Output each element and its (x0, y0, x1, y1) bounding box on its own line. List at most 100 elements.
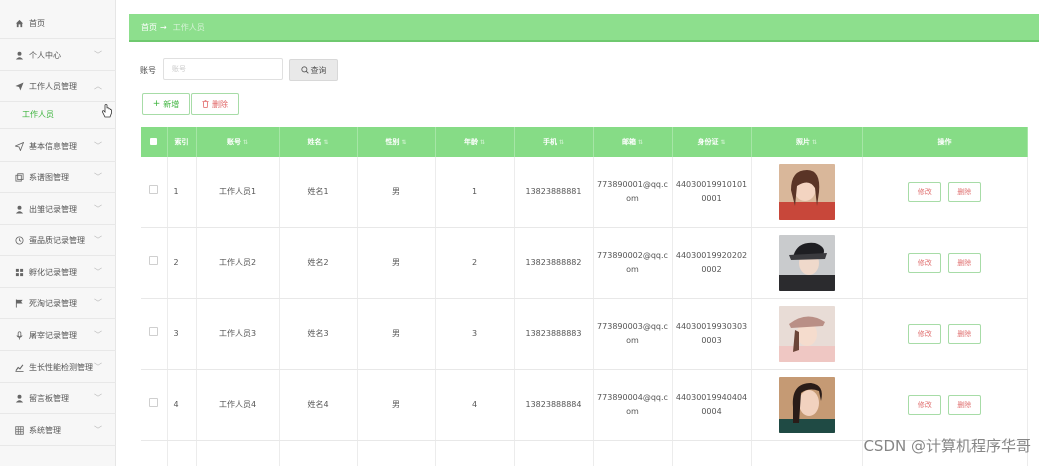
table-icon (14, 425, 24, 435)
cell-idcard (672, 440, 752, 466)
row-checkbox[interactable] (141, 440, 168, 466)
breadcrumb-home[interactable]: 首页 (141, 22, 157, 33)
row-checkbox[interactable] (141, 369, 168, 441)
cell-gender: 男 (357, 157, 436, 228)
cell-account: 工作人员1 (196, 157, 280, 228)
sidebar-item-basic-info[interactable]: 基本信息管理 ﹀ (0, 131, 116, 162)
cell-phone: 13823888884 (514, 369, 594, 441)
sidebar-item-label: 首页 (29, 18, 45, 28)
staff-table: 索引 账号 ⇅ 姓名 ⇅ 性别 ⇅ 年龄 ⇅ 手机 ⇅ 邮箱 ⇅ 身份证 ⇅ 照片 ⇅ 操作 1… (141, 127, 1028, 466)
sort-icon: ⇅ (558, 139, 565, 146)
row-checkbox[interactable] (141, 298, 168, 370)
edit-button[interactable]: 修改 (908, 395, 942, 415)
table-row: 2 工作人员2 姓名2 男 2 13823888882 773890002@qq… (141, 227, 1028, 299)
cell-gender: 男 (357, 369, 436, 441)
sort-icon: ⇅ (479, 139, 486, 146)
watermark: CSDN @计算机程序华哥 (863, 437, 1031, 455)
breadcrumb-current: 工作人员 (172, 22, 205, 32)
chevron-down-icon: ﹀ (94, 172, 102, 182)
cell-photo (751, 440, 863, 466)
select-all-checkbox[interactable] (141, 127, 168, 157)
col-header-photo[interactable]: 照片 ⇅ (751, 127, 863, 157)
sort-icon: ⇅ (323, 139, 329, 146)
chevron-down-icon: ﹀ (94, 425, 102, 435)
sidebar-item-hatching-out[interactable]: 出雏记录管理 ﹀ (0, 194, 116, 225)
cell-photo (751, 369, 863, 441)
cell-name: 姓名3 (279, 298, 358, 370)
staff-photo[interactable] (778, 377, 835, 433)
sidebar-item-label: 蛋品质记录管理 (29, 235, 85, 245)
cell-phone: 13823888881 (514, 157, 594, 228)
sidebar-item-label: 出雏记录管理 (29, 204, 77, 214)
sidebar-item-system[interactable]: 系统管理 ﹀ (0, 415, 116, 446)
cell-gender (357, 440, 436, 466)
sidebar-item-incubation[interactable]: 孵化记录管理 ﹀ (0, 257, 116, 288)
sidebar-item-growth[interactable]: 生长性能检测管理 ﹀ (0, 352, 116, 383)
cell-email: 773890001@qq.com (593, 157, 673, 228)
chevron-down-icon: ﹀ (94, 393, 102, 403)
sidebar-item-staff[interactable]: 工作人员管理 ︿ (0, 71, 116, 102)
breadcrumb: 首页 → 工作人员 (129, 14, 1039, 42)
staff-photo[interactable] (778, 164, 835, 220)
plus-icon: + (152, 99, 161, 109)
cell-age: 2 (435, 227, 515, 299)
chevron-down-icon: ﹀ (94, 330, 102, 340)
sidebar: 首页 个人中心 ﹀ 工作人员管理 ︿ 工作人员 基本信息管理 ﹀ 系谱图管理 ﹀… (0, 0, 116, 466)
edit-button[interactable]: 修改 (908, 324, 942, 344)
staff-photo[interactable] (778, 235, 835, 291)
col-header-account[interactable]: 账号 ⇅ (196, 127, 280, 157)
table-row: 4 工作人员4 姓名4 男 4 13823888884 773890004@qq… (141, 369, 1028, 441)
delete-button[interactable]: 删除 (947, 253, 981, 273)
row-checkbox[interactable] (141, 157, 168, 228)
flag-icon (14, 298, 24, 308)
account-search-input[interactable] (163, 58, 283, 80)
col-header-phone[interactable]: 手机 ⇅ (514, 127, 594, 157)
sidebar-item-label: 个人中心 (29, 50, 61, 60)
delete-button[interactable]: 删除 (947, 182, 981, 202)
sidebar-item-pedigree[interactable]: 系谱图管理 ﹀ (0, 162, 116, 193)
staff-photo[interactable] (778, 306, 835, 362)
sidebar-item-slaughter[interactable]: 屠宰记录管理 ﹀ (0, 320, 116, 351)
sort-icon: ⇅ (811, 139, 818, 146)
sidebar-item-profile[interactable]: 个人中心 ﹀ (0, 40, 116, 71)
query-button[interactable]: 查询 (289, 59, 338, 81)
col-header-age[interactable]: 年龄 ⇅ (435, 127, 515, 157)
sidebar-item-mortality[interactable]: 死淘记录管理 ﹀ (0, 288, 116, 319)
col-header-actions: 操作 (862, 127, 1028, 157)
cell-account (196, 440, 280, 466)
chevron-up-icon: ︿ (94, 81, 102, 91)
sort-icon: ⇅ (242, 139, 249, 146)
col-header-name[interactable]: 姓名 ⇅ (279, 127, 358, 157)
cell-actions: 修改 删除 (862, 227, 1028, 299)
sidebar-item-home[interactable]: 首页 (0, 8, 116, 39)
cell-account: 工作人员3 (196, 298, 280, 370)
batch-delete-button[interactable]: 删除 (191, 93, 239, 115)
cell-photo (751, 157, 863, 228)
cell-name (279, 440, 358, 466)
edit-button[interactable]: 修改 (908, 182, 942, 202)
col-header-idcard[interactable]: 身份证 ⇅ (672, 127, 752, 157)
home-icon (14, 18, 24, 28)
cell-phone (514, 440, 594, 466)
row-checkbox[interactable] (141, 227, 168, 299)
sidebar-item-message-board[interactable]: 留言板管理 ﹀ (0, 383, 116, 414)
col-header-gender[interactable]: 性别 ⇅ (357, 127, 436, 157)
cell-gender: 男 (357, 298, 436, 370)
sidebar-subitem-staff[interactable]: 工作人员 (0, 101, 116, 129)
cell-index: 1 (167, 157, 197, 228)
cell-name: 姓名2 (279, 227, 358, 299)
send-outline-icon (14, 141, 24, 151)
cell-photo (751, 298, 863, 370)
delete-button[interactable]: 删除 (947, 395, 981, 415)
user-icon (14, 50, 24, 60)
hand-cursor-icon (102, 104, 112, 118)
col-header-email[interactable]: 邮箱 ⇅ (593, 127, 673, 157)
edit-button[interactable]: 修改 (908, 253, 942, 273)
sidebar-item-egg-quality[interactable]: 蛋品质记录管理 ﹀ (0, 225, 116, 256)
cell-name: 姓名1 (279, 157, 358, 228)
sidebar-item-label: 死淘记录管理 (29, 298, 77, 308)
cell-index (167, 440, 197, 466)
add-button[interactable]: + 新增 (142, 93, 190, 115)
sidebar-item-label: 工作人员管理 (29, 81, 77, 91)
delete-button[interactable]: 删除 (947, 324, 981, 344)
